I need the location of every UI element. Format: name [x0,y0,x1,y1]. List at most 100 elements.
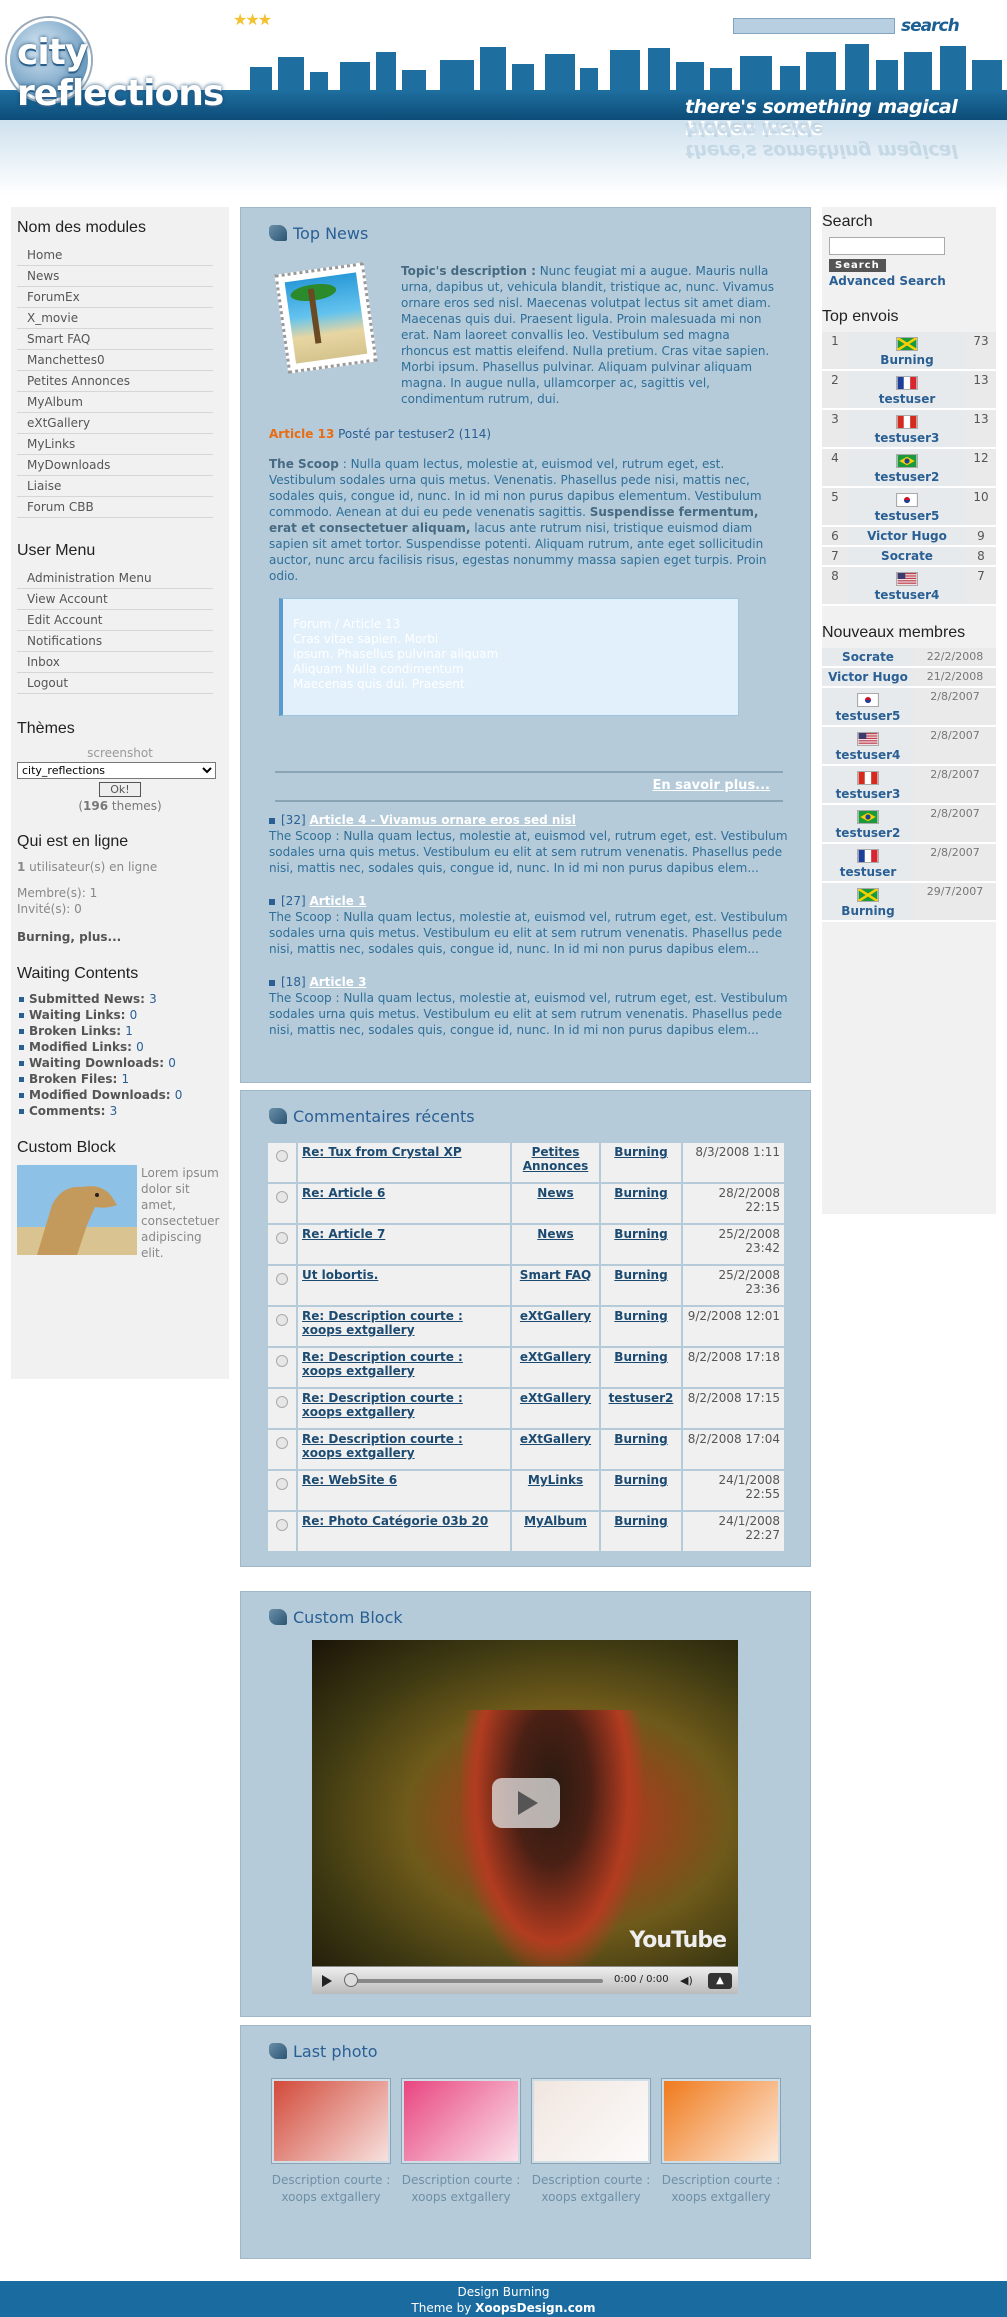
user-menu-link[interactable]: Logout [17,673,213,694]
module-link[interactable]: ForumEx [17,287,213,308]
comment-user[interactable]: Burning [614,1514,667,1528]
comment-title[interactable]: Re: Description courte : xoops extgaller… [302,1350,463,1378]
footer-theme-link[interactable]: XoopsDesign.com [475,2301,595,2315]
waiting-value[interactable]: 3 [149,992,157,1006]
new-member-name[interactable]: testuser [840,865,897,879]
comment-category[interactable]: News [537,1227,573,1241]
module-link[interactable]: MyLinks [17,434,213,455]
module-link[interactable]: MyAlbum [17,392,213,413]
theme-select[interactable]: city_reflections [17,762,216,779]
module-link[interactable]: Petites Annonces [17,371,213,392]
module-link[interactable]: eXtGallery [17,413,213,434]
photo-thumbnail[interactable] [271,2078,391,2164]
seek-handle[interactable] [344,1973,358,1987]
comment-title[interactable]: Re: Description courte : xoops extgaller… [302,1391,463,1419]
module-link[interactable]: X_movie [17,308,213,329]
volume-icon[interactable]: ◀) [680,1974,693,1987]
comment-user[interactable]: testuser2 [609,1391,674,1405]
comment-title[interactable]: Re: Article 6 [302,1186,385,1200]
comment-category[interactable]: eXtGallery [520,1432,591,1446]
top-poster-name[interactable]: testuser [879,392,936,406]
waiting-value[interactable]: 1 [125,1024,133,1038]
comment-title[interactable]: Re: Photo Catégorie 03b 20 [302,1514,488,1528]
photo-item[interactable]: Description courte : xoops extgallery [661,2078,781,2206]
advanced-search-link[interactable]: Advanced Search [829,274,996,288]
photo-item[interactable]: Description courte : xoops extgallery [271,2078,391,2206]
top-poster-name[interactable]: testuser4 [875,588,940,602]
new-member-name[interactable]: testuser4 [836,748,901,762]
new-member-name[interactable]: testuser3 [836,787,901,801]
search-input[interactable] [829,237,945,255]
waiting-value[interactable]: 0 [168,1056,176,1070]
waiting-value[interactable]: 0 [175,1088,183,1102]
comment-category[interactable]: Smart FAQ [520,1268,591,1282]
module-link[interactable]: Liaise [17,476,213,497]
module-link[interactable]: Smart FAQ [17,329,213,350]
news-item-title[interactable]: Article 4 - Vivamus ornare eros sed nisl [309,813,575,827]
comment-user[interactable]: Burning [614,1268,667,1282]
module-link[interactable]: Home [17,245,213,266]
news-item-title[interactable]: Article 1 [309,894,366,908]
user-menu-link[interactable]: Inbox [17,652,213,673]
comment-title[interactable]: Ut lobortis. [302,1268,378,1282]
photo-thumbnail[interactable] [661,2078,781,2164]
module-link[interactable]: Forum CBB [17,497,213,518]
photo-item[interactable]: Description courte : xoops extgallery [401,2078,521,2206]
comment-user[interactable]: Burning [614,1432,667,1446]
article-number[interactable]: Article 13 [269,427,334,441]
theme-ok-button[interactable]: Ok! [99,782,141,797]
module-link[interactable]: MyDownloads [17,455,213,476]
comment-category[interactable]: eXtGallery [520,1309,591,1323]
comment-user[interactable]: Burning [614,1186,667,1200]
news-item-title[interactable]: Article 3 [309,975,366,989]
comment-category[interactable]: eXtGallery [520,1350,591,1364]
top-poster-name[interactable]: Burning [880,353,933,367]
play-overlay-icon[interactable] [492,1778,560,1828]
top-poster-name[interactable]: Socrate [881,549,933,563]
user-menu-link[interactable]: View Account [17,589,213,610]
top-poster-name[interactable]: testuser2 [875,470,940,484]
comment-title[interactable]: Re: Article 7 [302,1227,385,1241]
comment-title[interactable]: Re: Tux from Crystal XP [302,1145,462,1159]
new-member-name[interactable]: Victor Hugo [828,670,908,684]
new-member-name[interactable]: testuser5 [836,709,901,723]
comment-user[interactable]: Burning [614,1145,667,1159]
seek-bar[interactable] [348,1979,603,1983]
photo-thumbnail[interactable] [401,2078,521,2164]
site-logo[interactable]: city reflections ★★★ [5,10,272,114]
fullscreen-icon[interactable]: ▲ [708,1973,732,1989]
comment-title[interactable]: Re: WebSite 6 [302,1473,397,1487]
waiting-value[interactable]: 1 [122,1072,130,1086]
top-poster-name[interactable]: testuser5 [875,509,940,523]
comment-user[interactable]: Burning [614,1227,667,1241]
new-member-name[interactable]: Burning [841,904,894,918]
top-poster-name[interactable]: Victor Hugo [867,529,947,543]
comment-title[interactable]: Re: Description courte : xoops extgaller… [302,1432,463,1460]
waiting-value[interactable]: 0 [130,1008,138,1022]
comment-user[interactable]: Burning [614,1350,667,1364]
user-menu-link[interactable]: Administration Menu [17,568,213,589]
comment-category[interactable]: eXtGallery [520,1391,591,1405]
module-link[interactable]: Manchettes0 [17,350,213,371]
comment-category[interactable]: MyAlbum [524,1514,587,1528]
search-button[interactable]: Search [829,259,886,272]
comment-title[interactable]: Re: Description courte : xoops extgaller… [302,1309,463,1337]
comment-category[interactable]: MyLinks [528,1473,583,1487]
photo-thumbnail[interactable] [531,2078,651,2164]
new-member-name[interactable]: Socrate [842,650,894,664]
read-more-link[interactable]: En savoir plus... [652,778,770,793]
waiting-value[interactable]: 3 [110,1104,118,1118]
top-poster-name[interactable]: testuser3 [875,431,940,445]
comment-user[interactable]: Burning [614,1473,667,1487]
waiting-value[interactable]: 0 [136,1040,144,1054]
header-search-input[interactable] [733,18,895,34]
photo-item[interactable]: Description courte : xoops extgallery [531,2078,651,2206]
video-player[interactable]: YouTube 0:00 / 0:00 ◀) ▲ [312,1640,738,1994]
header-search-button[interactable]: search [901,16,960,36]
new-member-name[interactable]: testuser2 [836,826,901,840]
play-icon[interactable] [322,1975,332,1987]
online-users[interactable]: Burning, plus... [17,929,223,945]
comment-category[interactable]: Petites Annonces [523,1145,589,1173]
module-link[interactable]: News [17,266,213,287]
user-menu-link[interactable]: Edit Account [17,610,213,631]
